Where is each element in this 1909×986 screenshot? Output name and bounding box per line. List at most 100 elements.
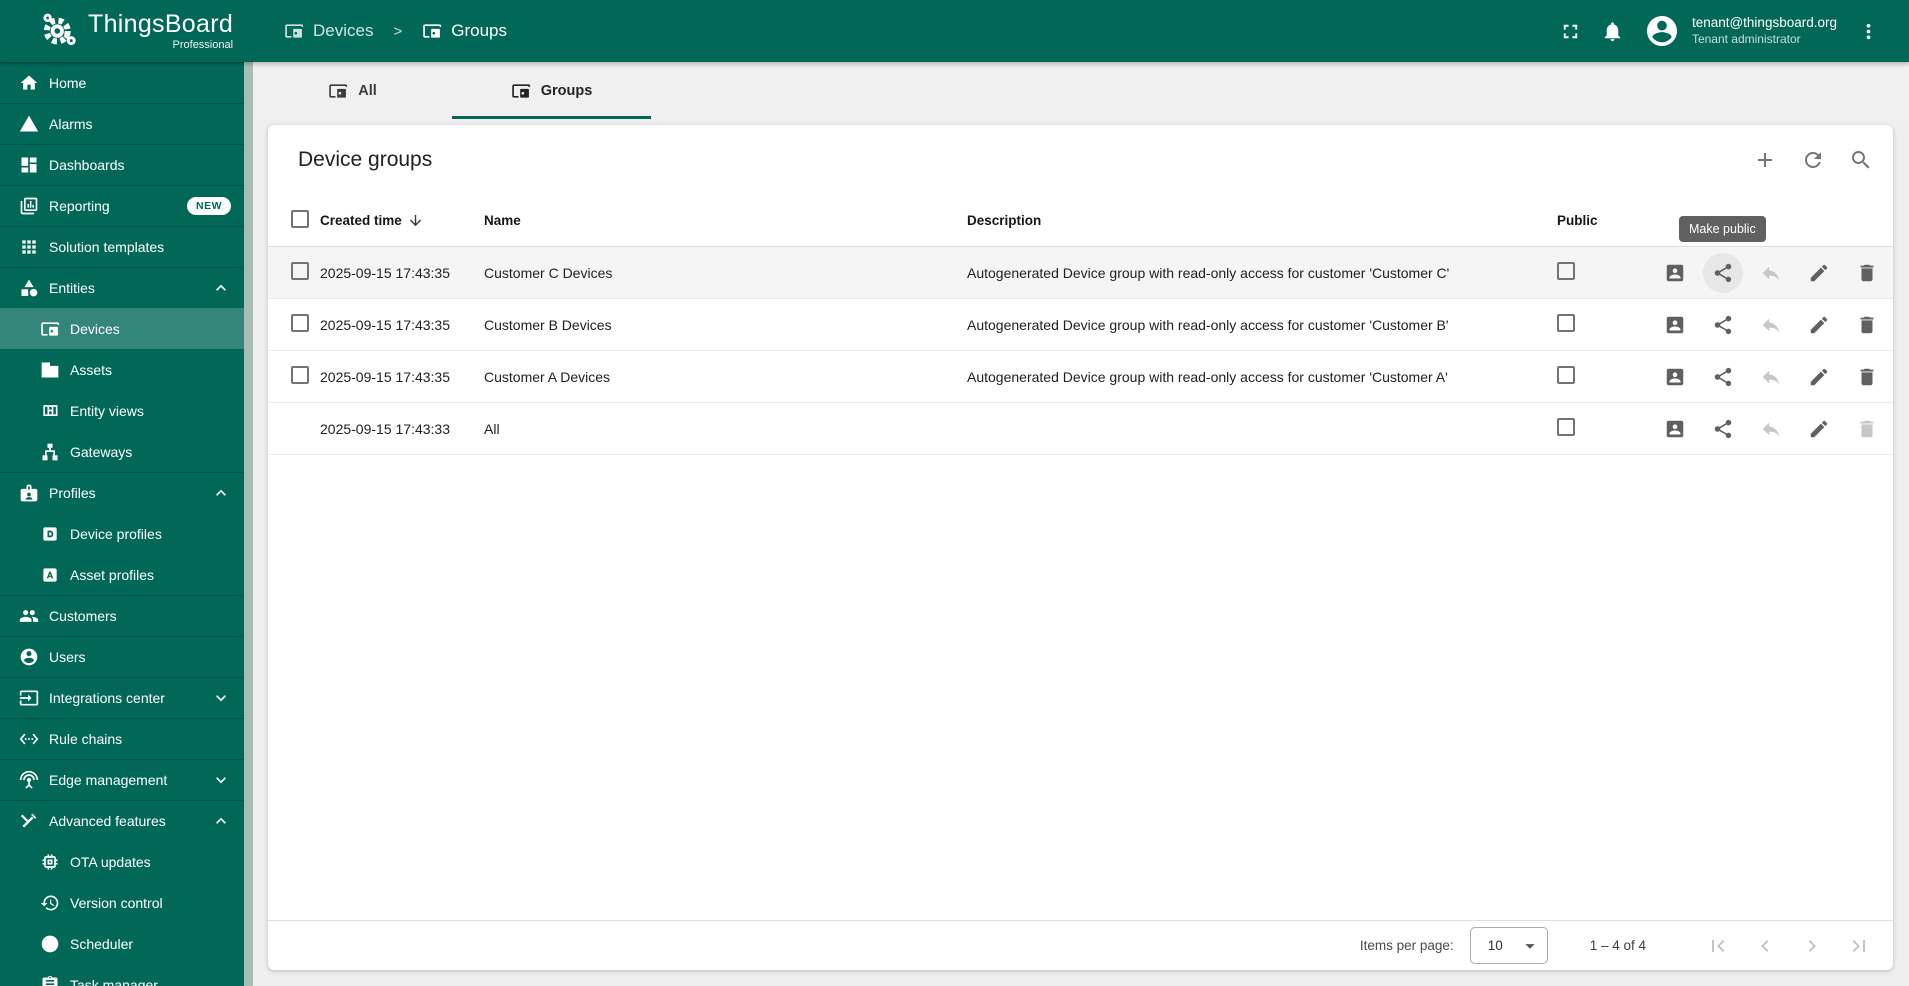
make-private-button[interactable]	[1751, 357, 1791, 397]
sidebar-item-integrations-center[interactable]: Integrations center	[0, 677, 244, 718]
open-group-button[interactable]	[1655, 253, 1695, 293]
make-public-button[interactable]	[1703, 305, 1743, 345]
breadcrumb-devices[interactable]: Devices	[284, 21, 373, 41]
tab-label: All	[358, 82, 377, 99]
row-select-checkbox[interactable]	[291, 314, 309, 332]
delete-group-button[interactable]	[1847, 409, 1887, 449]
edit-group-button[interactable]	[1799, 253, 1839, 293]
open-group-button[interactable]	[1655, 305, 1695, 345]
public-checkbox[interactable]	[1557, 314, 1575, 332]
name-header[interactable]: Name	[484, 213, 967, 228]
edit-group-button[interactable]	[1799, 409, 1839, 449]
sidebar-item-profiles[interactable]: Profiles	[0, 472, 244, 513]
make-public-button[interactable]	[1703, 357, 1743, 397]
sidebar-item-solution-templates[interactable]: Solution templates	[0, 226, 244, 267]
sidebar-item-version-control[interactable]: Version control	[0, 882, 244, 923]
table-row[interactable]: 2025-09-15 17:43:35 Customer B Devices Aut…	[268, 299, 1893, 351]
sidebar-item-scheduler[interactable]: Scheduler	[0, 923, 244, 964]
delete-group-button[interactable]	[1847, 305, 1887, 345]
home-icon	[19, 73, 39, 93]
add-entity-group-button[interactable]	[1745, 140, 1785, 180]
profiles-icon	[19, 483, 39, 503]
sidebar-item-dashboards[interactable]: Dashboards	[0, 144, 244, 185]
sidebar-scrollbar[interactable]	[244, 62, 253, 986]
search-button[interactable]	[1841, 140, 1881, 180]
sidebar-item-alarms[interactable]: Alarms	[0, 103, 244, 144]
table-header-row: Created time Name Description Public	[268, 194, 1893, 247]
sidebar-item-edge-management[interactable]: Edge management	[0, 759, 244, 800]
notifications-button[interactable]	[1592, 10, 1634, 52]
public-checkbox[interactable]	[1557, 418, 1575, 436]
table-row[interactable]: 2025-09-15 17:43:33 All	[268, 403, 1893, 455]
tabs-bar: All Groups	[253, 62, 1909, 119]
description-cell: Autogenerated Device group with read-onl…	[967, 316, 1449, 333]
sidebar-item-task-manager[interactable]: Task manager	[0, 964, 244, 986]
edit-group-button[interactable]	[1799, 357, 1839, 397]
chevron-up-icon	[211, 811, 231, 831]
open-group-button[interactable]	[1655, 409, 1695, 449]
advanced-features-icon	[19, 811, 39, 831]
sidebar-item-gateways[interactable]: Gateways	[0, 431, 244, 472]
refresh-button[interactable]	[1793, 140, 1833, 180]
sidebar-item-entity-views[interactable]: Entity views	[0, 390, 244, 431]
sidebar-item-ota-updates[interactable]: OTA updates	[0, 841, 244, 882]
delete-icon	[1856, 418, 1878, 440]
previous-page-button[interactable]	[1745, 926, 1785, 966]
description-header[interactable]: Description	[967, 213, 1557, 228]
paginator: Items per page: 10 1 – 4 of 4	[268, 920, 1893, 970]
make-public-button[interactable]	[1703, 252, 1743, 293]
public-header[interactable]: Public	[1557, 213, 1645, 228]
delete-group-button[interactable]	[1847, 253, 1887, 293]
tab-groups[interactable]: Groups	[452, 62, 651, 119]
search-icon	[1849, 148, 1873, 172]
sidebar-item-reporting[interactable]: Reporting NEW	[0, 185, 244, 226]
name-cell: Customer A Devices	[484, 368, 611, 385]
more-menu-button[interactable]	[1847, 10, 1889, 52]
sidebar-item-users[interactable]: Users	[0, 636, 244, 677]
make-public-button[interactable]	[1703, 409, 1743, 449]
sidebar-item-customers[interactable]: Customers	[0, 595, 244, 636]
sidebar-item-device-profiles[interactable]: Device profiles	[0, 513, 244, 554]
sidebar-item-label: Assets	[70, 361, 113, 378]
select-all-checkbox[interactable]	[291, 209, 309, 228]
first-page-button[interactable]	[1698, 926, 1738, 966]
make-private-button[interactable]	[1751, 253, 1791, 293]
edit-group-button[interactable]	[1799, 305, 1839, 345]
avatar[interactable]	[1644, 13, 1680, 49]
breadcrumb-groups[interactable]: Groups	[422, 21, 507, 41]
page-size-select[interactable]: 10	[1469, 927, 1548, 964]
user-menu[interactable]: tenant@thingsboard.org Tenant administra…	[1692, 14, 1837, 47]
sidebar-item-entities[interactable]: Entities	[0, 267, 244, 308]
delete-group-button[interactable]	[1847, 357, 1887, 397]
created-time-header[interactable]: Created time	[320, 212, 484, 229]
fullscreen-button[interactable]	[1550, 10, 1592, 52]
thingsboard-logo[interactable]: ThingsBoard Professional	[0, 10, 252, 52]
public-checkbox[interactable]	[1557, 262, 1575, 280]
row-select-checkbox[interactable]	[291, 262, 309, 280]
make-private-button[interactable]	[1751, 409, 1791, 449]
next-page-button[interactable]	[1792, 926, 1832, 966]
sidebar-item-home[interactable]: Home	[0, 62, 244, 103]
tab-all[interactable]: All	[253, 62, 452, 119]
sidebar-item-devices[interactable]: Devices	[0, 308, 244, 349]
table-row[interactable]: 2025-09-15 17:43:35 Customer A Devices Aut…	[268, 351, 1893, 403]
edit-icon	[1808, 418, 1830, 440]
integrations-icon	[19, 688, 39, 708]
table-row[interactable]: 2025-09-15 17:43:35 Customer C Devices Aut…	[268, 247, 1893, 299]
last-page-button[interactable]	[1839, 926, 1879, 966]
sidebar-item-rule-chains[interactable]: Rule chains	[0, 718, 244, 759]
last-page-icon	[1847, 934, 1871, 958]
row-select-checkbox[interactable]	[291, 366, 309, 384]
sidebar-item-assets[interactable]: Assets	[0, 349, 244, 390]
share-icon	[1712, 418, 1734, 440]
reply-icon	[1760, 418, 1782, 440]
sidebar-item-asset-profiles[interactable]: Asset profiles	[0, 554, 244, 595]
new-badge: NEW	[187, 197, 231, 215]
pager-buttons	[1698, 926, 1879, 966]
open-group-button[interactable]	[1655, 357, 1695, 397]
public-checkbox[interactable]	[1557, 366, 1575, 384]
sidebar-item-advanced-features[interactable]: Advanced features	[0, 800, 244, 841]
description-cell: Autogenerated Device group with read-onl…	[967, 368, 1448, 385]
make-private-button[interactable]	[1751, 305, 1791, 345]
delete-icon	[1856, 314, 1878, 336]
